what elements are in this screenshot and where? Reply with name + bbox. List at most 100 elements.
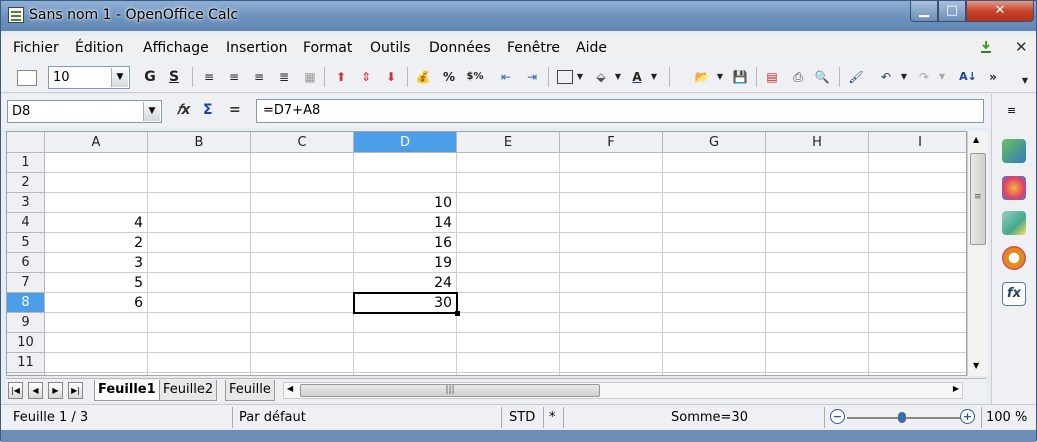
vertical-scroll-thumb[interactable]: ≡: [970, 153, 986, 245]
scroll-right-icon[interactable]: ▶: [953, 384, 959, 393]
row-header-7[interactable]: 7: [7, 273, 45, 293]
zoom-level[interactable]: 100 %: [986, 410, 1027, 425]
menu-fenetre[interactable]: Fenêtre: [507, 40, 560, 56]
column-header-f[interactable]: F: [560, 132, 663, 153]
font-color-icon[interactable]: A: [628, 68, 646, 86]
print-preview-icon[interactable]: 🔍: [813, 68, 831, 86]
menu-donnees[interactable]: Données: [429, 40, 491, 56]
vertical-scrollbar[interactable]: ▲ ≡ ▼: [967, 131, 988, 376]
bold-button[interactable]: G: [143, 68, 157, 86]
cell-a7[interactable]: 5: [45, 273, 147, 293]
decrease-indent-icon[interactable]: ⇤: [497, 68, 515, 86]
close-button[interactable]: ✕: [966, 1, 1034, 22]
column-header-c[interactable]: C: [251, 132, 354, 153]
menu-affichage[interactable]: Affichage: [143, 40, 209, 56]
select-all-corner[interactable]: [7, 132, 45, 153]
cell-a6[interactable]: 3: [45, 253, 147, 273]
spreadsheet-grid[interactable]: ABCDEFGHI1234567891011121041421631952463…: [6, 131, 967, 376]
redo-icon[interactable]: ↷: [915, 68, 933, 86]
row-header-5[interactable]: 5: [7, 233, 45, 253]
close-document-icon[interactable]: ✕: [1015, 38, 1028, 56]
export-pdf-icon[interactable]: ▤: [763, 68, 781, 86]
menu-insertion[interactable]: Insertion: [226, 40, 287, 56]
scroll-left-icon[interactable]: ◀: [287, 384, 293, 393]
row-header-8[interactable]: 8: [7, 293, 45, 313]
maximize-button[interactable]: □: [938, 1, 966, 22]
font-size-select[interactable]: 10 ▼: [48, 66, 130, 89]
functions-icon[interactable]: fx: [1002, 282, 1026, 306]
chevron-down-icon[interactable]: ▼: [575, 68, 585, 86]
title-bar[interactable]: Sans nom 1 - OpenOffice Calc ▁ □ ✕: [1, 1, 1036, 31]
properties-icon[interactable]: [1002, 139, 1026, 163]
column-header-d[interactable]: D: [354, 132, 457, 153]
selection-mode[interactable]: STD: [509, 410, 535, 425]
cell-a4[interactable]: 4: [45, 213, 147, 233]
row-header-3[interactable]: 3: [7, 193, 45, 213]
next-sheet-icon[interactable]: ▶: [48, 382, 63, 399]
column-header-h[interactable]: H: [766, 132, 869, 153]
zoom-in-button[interactable]: +: [960, 409, 975, 424]
increase-indent-icon[interactable]: ⇥: [523, 68, 541, 86]
gallery-icon[interactable]: [1002, 211, 1026, 235]
horizontal-scroll-thumb[interactable]: |||: [300, 384, 600, 397]
menu-edition[interactable]: Édition: [75, 40, 123, 56]
print-icon[interactable]: ⎙: [789, 68, 807, 86]
chevron-down-icon[interactable]: ▼: [143, 102, 160, 121]
zoom-slider-handle[interactable]: [898, 412, 906, 423]
align-top-icon[interactable]: ⬆: [332, 68, 350, 86]
styles-gallery-icon[interactable]: [1002, 176, 1026, 200]
percent-button[interactable]: %: [441, 68, 457, 86]
sidebar-menu-icon[interactable]: ≡: [1007, 104, 1016, 117]
chevron-down-icon[interactable]: ▼: [1020, 72, 1030, 90]
sort-ascending-button[interactable]: A↓: [958, 68, 978, 86]
open-icon[interactable]: 📂: [693, 68, 711, 86]
column-header-i[interactable]: I: [869, 132, 966, 153]
align-middle-icon[interactable]: ⇕: [357, 68, 375, 86]
align-right-icon[interactable]: ≡: [250, 68, 268, 86]
row-header-10[interactable]: 10: [7, 333, 45, 353]
download-update-icon[interactable]: [978, 39, 994, 55]
currency-icon[interactable]: 💰: [414, 68, 432, 86]
number-format-button[interactable]: $%: [464, 68, 486, 86]
row-header-4[interactable]: 4: [7, 213, 45, 233]
chevron-down-icon[interactable]: ▼: [937, 68, 947, 86]
sum-display[interactable]: Somme=30: [671, 410, 748, 425]
justify-icon[interactable]: ≣: [275, 68, 293, 86]
row-header-1[interactable]: 1: [7, 153, 45, 173]
menu-aide[interactable]: Aide: [576, 40, 607, 56]
row-header-9[interactable]: 9: [7, 313, 45, 333]
cell-cursor[interactable]: [353, 292, 460, 316]
cell-d3[interactable]: 10: [354, 193, 456, 213]
align-center-icon[interactable]: ≡: [225, 68, 243, 86]
page-style[interactable]: Par défaut: [239, 410, 306, 425]
sheet-tab-feuille2[interactable]: Feuille2: [159, 380, 218, 401]
cell-a5[interactable]: 2: [45, 233, 147, 253]
column-header-g[interactable]: G: [663, 132, 766, 153]
last-sheet-icon[interactable]: ▶|: [68, 382, 83, 399]
background-color-icon[interactable]: ⬙: [592, 68, 610, 86]
cell-a8[interactable]: 6: [45, 293, 147, 313]
horizontal-scrollbar[interactable]: ◀ ||| ▶: [283, 382, 963, 399]
sheet-tab-feuille3[interactable]: Feuille: [225, 380, 275, 401]
row-header-12[interactable]: 12: [7, 373, 45, 375]
minimize-button[interactable]: ▁: [910, 1, 938, 22]
underline-button[interactable]: S: [167, 68, 181, 86]
scroll-up-icon[interactable]: ▲: [973, 135, 979, 144]
cell-d7[interactable]: 24: [354, 273, 456, 293]
name-box[interactable]: D8 ▼: [7, 100, 162, 123]
merge-cells-icon[interactable]: ▦: [301, 68, 319, 86]
clone-formatting-icon[interactable]: 🖌: [847, 68, 865, 86]
toolbar-overflow-icon[interactable]: »: [988, 68, 998, 86]
styles-icon[interactable]: [17, 70, 37, 86]
menu-outils[interactable]: Outils: [370, 40, 410, 56]
align-bottom-icon[interactable]: ⬇: [382, 68, 400, 86]
zoom-out-button[interactable]: −: [830, 409, 845, 424]
function-equals-icon[interactable]: =: [229, 102, 241, 118]
function-wizard-icon[interactable]: 𝑓x: [177, 102, 190, 118]
menu-format[interactable]: Format: [303, 40, 352, 56]
menu-fichier[interactable]: Fichier: [13, 40, 59, 56]
navigator-icon[interactable]: [1002, 246, 1026, 270]
sheet-tab-feuille1[interactable]: Feuille1: [94, 380, 160, 401]
chevron-down-icon[interactable]: ▼: [899, 68, 909, 86]
sum-icon[interactable]: Σ: [203, 102, 213, 118]
